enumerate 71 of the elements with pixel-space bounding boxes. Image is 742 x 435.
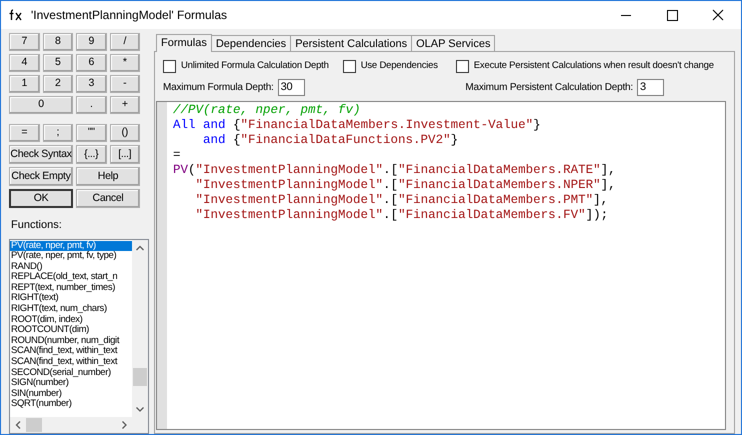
checkbox[interactable] xyxy=(342,60,356,72)
key-button[interactable]: Help xyxy=(76,167,140,186)
horizontal-scrollbar[interactable] xyxy=(10,417,148,433)
vertical-scrollbar[interactable] xyxy=(132,240,148,417)
function-item[interactable]: PV(rate, nper, pmt, fv) xyxy=(10,240,132,252)
key-button[interactable]: "" xyxy=(76,124,106,142)
function-item[interactable]: ROOT(dim, index) xyxy=(10,314,132,326)
checkbox-label: Unlimited Formula Calculation Depth xyxy=(181,58,329,73)
input-field[interactable]: 30 xyxy=(278,78,305,96)
code-line: //PV(rate, nper, pmt, fv) xyxy=(173,103,362,118)
window-title: 'InvestmentPlanningModel' Formulas xyxy=(31,7,228,24)
code-line: and {"FinancialDataFunctions.PV2"} xyxy=(202,133,460,148)
checkbox-label: Use Dependencies xyxy=(360,58,438,73)
function-item[interactable]: SIGN(number) xyxy=(10,378,132,389)
function-item[interactable]: SIN(number) xyxy=(10,388,132,400)
scroll-thumb[interactable] xyxy=(133,368,147,386)
function-item[interactable]: REPT(text, number_times) xyxy=(10,282,132,294)
key-button[interactable]: 3 xyxy=(76,75,106,93)
checkbox-label: Execute Persistent Calculations when result doesn't change xyxy=(474,58,714,73)
code-line: "InvestmentPlanningModel".["FinancialDataMembers.PMT"], xyxy=(194,193,610,208)
key-button[interactable]: + xyxy=(110,96,140,114)
functions-label: Functions: xyxy=(11,218,63,233)
function-item[interactable]: SQRT(number) xyxy=(10,399,132,410)
function-item[interactable]: SCAN(find_text, within_text xyxy=(10,346,132,358)
code-line: All and {"FinancialDataMembers.Investment-Value"} xyxy=(173,118,542,133)
key-button[interactable]: . xyxy=(76,96,106,114)
key-button[interactable]: Check Empty xyxy=(9,167,73,186)
function-item[interactable]: REPLACE(old_text, start_n xyxy=(10,272,132,283)
code-line: PV("InvestmentPlanningModel".["FinancialDataMembers.RATE"], xyxy=(173,163,616,178)
key-button[interactable]: [...] xyxy=(110,145,140,164)
key-button[interactable]: 4 xyxy=(9,54,40,72)
tab[interactable]: Formulas xyxy=(156,34,212,52)
key-button[interactable]: () xyxy=(110,124,140,142)
function-item[interactable]: RAND() xyxy=(10,262,132,272)
function-item[interactable]: RIGHT(text) xyxy=(10,293,132,304)
key-button[interactable]: - xyxy=(110,75,140,93)
key-button[interactable]: 6 xyxy=(76,54,106,72)
key-button[interactable]: * xyxy=(110,54,140,72)
checkbox[interactable] xyxy=(163,60,176,72)
key-button[interactable]: = xyxy=(9,124,40,142)
key-button[interactable]: 1 xyxy=(9,75,40,93)
function-item[interactable]: SECOND(serial_number) xyxy=(10,368,132,378)
tab[interactable]: Dependencies xyxy=(210,35,292,51)
function-item[interactable]: ROUND(number, num_digit xyxy=(10,336,132,346)
input-field[interactable]: 3 xyxy=(637,78,664,96)
key-button[interactable]: 0 xyxy=(9,96,73,114)
checkbox[interactable] xyxy=(456,60,469,72)
tab[interactable]: OLAP Services xyxy=(411,35,496,51)
field-label: Maximum Persistent Calculation Depth: xyxy=(465,80,633,94)
function-item[interactable]: PV(rate, nper, pmt, fv, type) xyxy=(10,251,132,262)
key-button[interactable]: 9 xyxy=(76,33,106,51)
key-button[interactable]: / xyxy=(110,33,140,51)
key-button[interactable]: Cancel xyxy=(76,189,140,208)
key-button[interactable]: OK xyxy=(9,189,73,208)
function-item[interactable]: RIGHT(text, num_chars) xyxy=(10,304,132,315)
key-button[interactable]: 8 xyxy=(42,33,73,51)
scroll-thumb[interactable] xyxy=(26,418,42,432)
key-button[interactable]: 2 xyxy=(42,75,73,93)
function-item[interactable]: SCAN(find_text, within_text xyxy=(10,357,132,368)
key-button[interactable]: Check Syntax xyxy=(9,145,73,164)
field-label: Maximum Formula Depth: xyxy=(163,80,274,94)
code-line: = xyxy=(173,148,182,163)
key-button[interactable]: 7 xyxy=(9,33,40,51)
formula-editor[interactable] xyxy=(156,101,726,430)
key-button[interactable]: {...} xyxy=(76,145,106,164)
function-item[interactable]: ROOTCOUNT(dim) xyxy=(10,325,132,336)
key-button[interactable]: ; xyxy=(42,124,73,142)
code-line: "InvestmentPlanningModel".["FinancialDataMembers.NPER"], xyxy=(194,178,616,193)
key-button[interactable]: 5 xyxy=(42,54,73,72)
formula-icon xyxy=(9,9,23,21)
code-line: "InvestmentPlanningModel".["FinancialDataMembers.FV"]); xyxy=(194,208,610,223)
